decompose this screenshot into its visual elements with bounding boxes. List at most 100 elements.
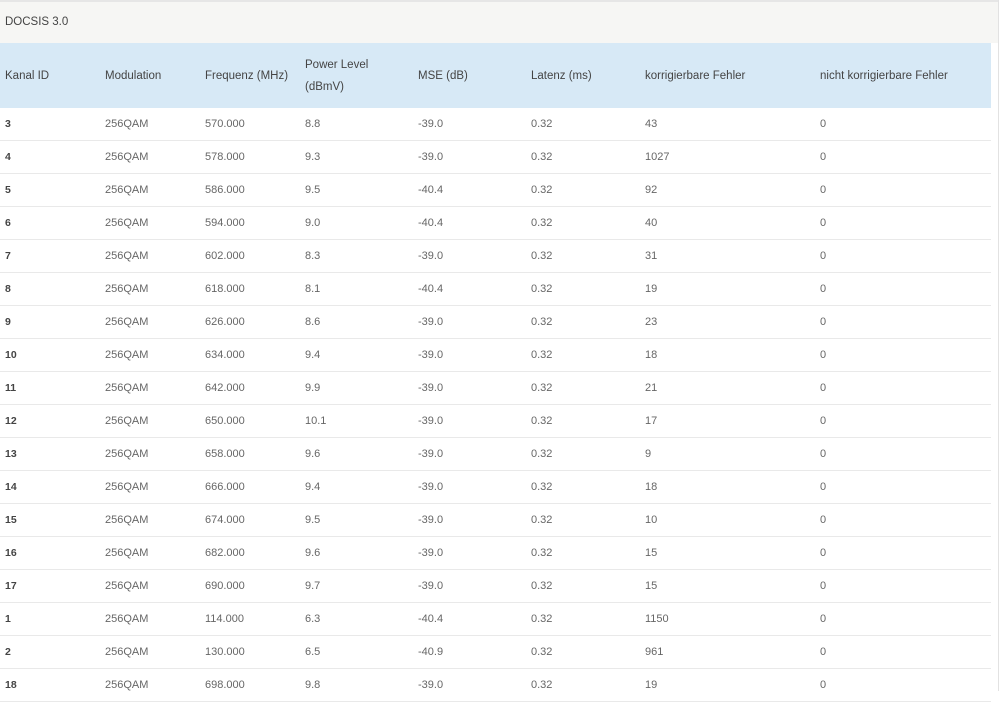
cell-modulation: 256QAM (100, 470, 200, 504)
cell-nicht-korrigierbare-fehler: 0 (815, 108, 991, 141)
table-row: 14 256QAM 666.000 9.4 -39.0 0.32 18 0 (0, 470, 991, 504)
cell-kanal-id: 3 (0, 108, 100, 141)
table-row: 17 256QAM 690.000 9.7 -39.0 0.32 15 0 (0, 569, 991, 603)
cell-frequenz: 578.000 (200, 140, 300, 174)
cell-mse: -39.0 (413, 404, 526, 438)
cell-nicht-korrigierbare-fehler: 0 (815, 338, 991, 372)
cell-kanal-id: 15 (0, 503, 100, 537)
cell-mse: -40.4 (413, 602, 526, 636)
cell-nicht-korrigierbare-fehler: 0 (815, 536, 991, 570)
cell-frequenz: 642.000 (200, 371, 300, 405)
cell-frequenz: 602.000 (200, 239, 300, 273)
cell-power-level: 8.8 (300, 108, 413, 141)
cell-power-level: 9.9 (300, 371, 413, 405)
cell-korrigierbare-fehler: 15 (640, 536, 815, 570)
cell-korrigierbare-fehler: 1027 (640, 140, 815, 174)
cell-korrigierbare-fehler: 18 (640, 470, 815, 504)
cell-modulation: 256QAM (100, 602, 200, 636)
cell-latenz: 0.32 (526, 503, 640, 537)
cell-power-level: 9.8 (300, 668, 413, 702)
cell-korrigierbare-fehler: 10 (640, 503, 815, 537)
cell-latenz: 0.32 (526, 437, 640, 471)
cell-mse: -40.9 (413, 635, 526, 669)
cell-nicht-korrigierbare-fehler: 0 (815, 470, 991, 504)
cell-modulation: 256QAM (100, 305, 200, 339)
table-row: 7 256QAM 602.000 8.3 -39.0 0.32 31 0 (0, 239, 991, 273)
cell-modulation: 256QAM (100, 108, 200, 141)
column-header-modulation: Modulation (105, 69, 162, 82)
column-header-power-level: Power Level (dBmV) (305, 58, 369, 93)
cell-kanal-id: 18 (0, 668, 100, 702)
cell-mse: -39.0 (413, 536, 526, 570)
cell-korrigierbare-fehler: 40 (640, 206, 815, 240)
cell-mse: -39.0 (413, 569, 526, 603)
cell-power-level: 9.6 (300, 536, 413, 570)
cell-modulation: 256QAM (100, 404, 200, 438)
cell-latenz: 0.32 (526, 635, 640, 669)
cell-mse: -39.0 (413, 239, 526, 273)
cell-kanal-id: 2 (0, 635, 100, 669)
cell-frequenz: 586.000 (200, 173, 300, 207)
table-row: 3 256QAM 570.000 8.8 -39.0 0.32 43 0 (0, 108, 991, 141)
cell-latenz: 0.32 (526, 305, 640, 339)
cell-frequenz: 570.000 (200, 108, 300, 141)
cell-modulation: 256QAM (100, 272, 200, 306)
cell-nicht-korrigierbare-fehler: 0 (815, 371, 991, 405)
cell-frequenz: 130.000 (200, 635, 300, 669)
table-row: 16 256QAM 682.000 9.6 -39.0 0.32 15 0 (0, 536, 991, 570)
cell-modulation: 256QAM (100, 503, 200, 537)
cell-kanal-id: 12 (0, 404, 100, 438)
cell-korrigierbare-fehler: 18 (640, 338, 815, 372)
cell-power-level: 9.7 (300, 569, 413, 603)
cell-frequenz: 594.000 (200, 206, 300, 240)
cell-kanal-id: 11 (0, 371, 100, 405)
cell-mse: -39.0 (413, 371, 526, 405)
cell-modulation: 256QAM (100, 668, 200, 702)
table-row: 9 256QAM 626.000 8.6 -39.0 0.32 23 0 (0, 305, 991, 339)
table-row: 4 256QAM 578.000 9.3 -39.0 0.32 1027 0 (0, 140, 991, 174)
column-header-nicht-korrigierbare-fehler: nicht korrigierbare Fehler (820, 69, 948, 82)
cell-frequenz: 626.000 (200, 305, 300, 339)
cell-kanal-id: 6 (0, 206, 100, 240)
cell-latenz: 0.32 (526, 239, 640, 273)
cell-latenz: 0.32 (526, 371, 640, 405)
cell-modulation: 256QAM (100, 338, 200, 372)
cell-modulation: 256QAM (100, 371, 200, 405)
cell-kanal-id: 14 (0, 470, 100, 504)
cell-mse: -40.4 (413, 206, 526, 240)
cell-power-level: 9.5 (300, 503, 413, 537)
cell-mse: -39.0 (413, 668, 526, 702)
cell-korrigierbare-fehler: 17 (640, 404, 815, 438)
table-row: 15 256QAM 674.000 9.5 -39.0 0.32 10 0 (0, 503, 991, 537)
cell-modulation: 256QAM (100, 569, 200, 603)
cell-mse: -39.0 (413, 140, 526, 174)
cell-nicht-korrigierbare-fehler: 0 (815, 668, 991, 702)
cell-power-level: 9.4 (300, 338, 413, 372)
cell-nicht-korrigierbare-fehler: 0 (815, 206, 991, 240)
cell-korrigierbare-fehler: 23 (640, 305, 815, 339)
cell-frequenz: 114.000 (200, 602, 300, 636)
cell-kanal-id: 7 (0, 239, 100, 273)
cell-korrigierbare-fehler: 31 (640, 239, 815, 273)
cell-nicht-korrigierbare-fehler: 0 (815, 503, 991, 537)
cell-korrigierbare-fehler: 1150 (640, 602, 815, 636)
cell-nicht-korrigierbare-fehler: 0 (815, 272, 991, 306)
table-row: 2 256QAM 130.000 6.5 -40.9 0.32 961 0 (0, 635, 991, 669)
cell-mse: -40.4 (413, 272, 526, 306)
table-row: 1 256QAM 114.000 6.3 -40.4 0.32 1150 0 (0, 602, 991, 636)
cell-frequenz: 666.000 (200, 470, 300, 504)
cell-kanal-id: 8 (0, 272, 100, 306)
cell-power-level: 9.4 (300, 470, 413, 504)
panel-title: DOCSIS 3.0 (0, 0, 998, 43)
cell-korrigierbare-fehler: 92 (640, 173, 815, 207)
cell-kanal-id: 9 (0, 305, 100, 339)
cell-modulation: 256QAM (100, 206, 200, 240)
table-row: 5 256QAM 586.000 9.5 -40.4 0.32 92 0 (0, 173, 991, 207)
cell-nicht-korrigierbare-fehler: 0 (815, 602, 991, 636)
cell-frequenz: 690.000 (200, 569, 300, 603)
table-row: 12 256QAM 650.000 10.1 -39.0 0.32 17 0 (0, 404, 991, 438)
cell-nicht-korrigierbare-fehler: 0 (815, 305, 991, 339)
cell-korrigierbare-fehler: 19 (640, 272, 815, 306)
cell-power-level: 9.6 (300, 437, 413, 471)
cell-latenz: 0.32 (526, 338, 640, 372)
